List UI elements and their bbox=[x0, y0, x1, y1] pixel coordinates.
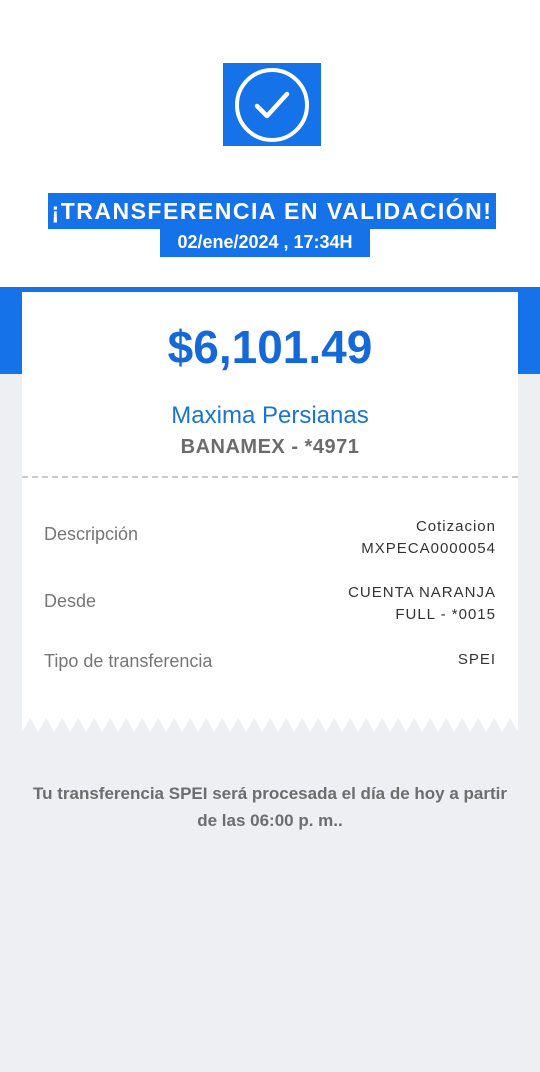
from-value-line1: CUENTA NARANJA bbox=[348, 584, 496, 601]
receipt-card: $6,101.49 Maxima Persianas BANAMEX - *49… bbox=[22, 292, 518, 732]
processing-notice: Tu transferencia SPEI será procesada el … bbox=[33, 784, 507, 830]
zigzag-edge bbox=[22, 718, 518, 732]
transfer-type-label: Tipo de transferencia bbox=[44, 651, 213, 671]
success-badge bbox=[223, 63, 321, 146]
transfer-type-value-line1: SPEI bbox=[457, 651, 496, 668]
from-value: CUENTA NARANJA FULL - *0015 bbox=[348, 582, 496, 626]
transfer-amount: $6,101.49 bbox=[167, 321, 373, 373]
from-label: Desde bbox=[44, 591, 97, 611]
description-label: Descripción bbox=[44, 524, 139, 544]
transfer-type-value: SPEI bbox=[458, 649, 496, 671]
page-title: ¡TRANSFERENCIA EN VALIDACIÓN! bbox=[48, 193, 496, 229]
description-value-line1: Cotizacion bbox=[415, 518, 496, 535]
description-value-line2: MXPECA0000054 bbox=[361, 540, 496, 557]
description-value: Cotizacion MXPECA0000054 bbox=[361, 516, 496, 560]
recipient-account: BANAMEX - *4971 bbox=[180, 436, 360, 458]
from-value-line2: FULL - *0015 bbox=[395, 606, 496, 623]
dashed-divider bbox=[22, 476, 518, 478]
transfer-datetime: 02/ene/2024 , 17:34H bbox=[160, 227, 370, 257]
recipient-name: Maxima Persianas bbox=[171, 402, 369, 429]
check-circle-icon bbox=[235, 67, 309, 142]
